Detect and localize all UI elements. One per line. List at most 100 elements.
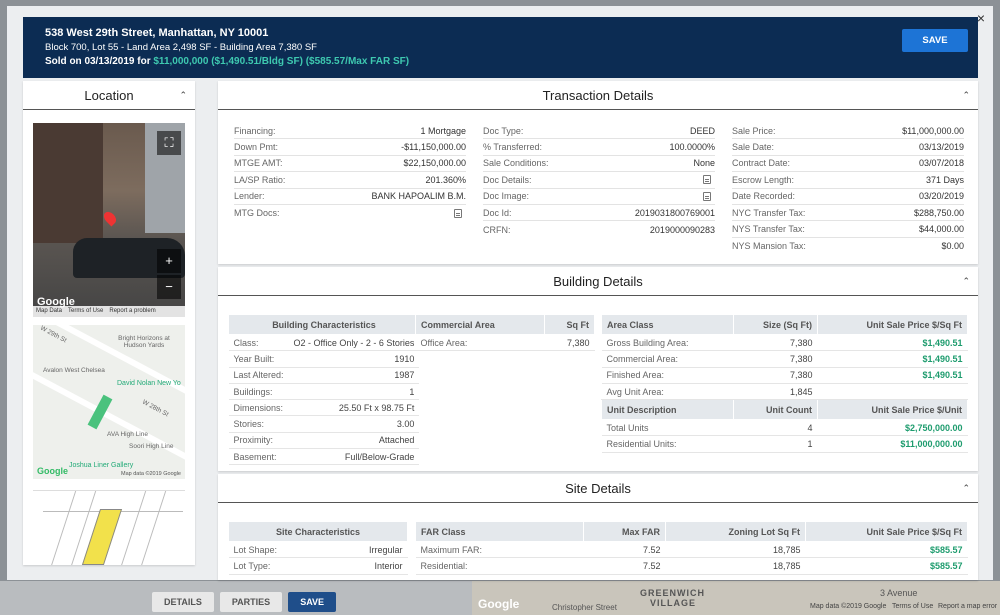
table-row: Class: O2 - Office Only - 2 - 6 Stories <box>228 334 420 352</box>
building-title-text: Building Details <box>553 274 643 289</box>
street-terms-link[interactable]: Terms of Use <box>68 308 103 315</box>
map-label-avalon: Avalon West Chelsea <box>43 367 105 374</box>
zoom-in-button[interactable]: + <box>157 249 181 273</box>
value: -$11,150,000.00 <box>401 142 466 153</box>
map-terms-link[interactable]: Terms of Use <box>892 603 933 610</box>
label: Total Units <box>601 419 734 437</box>
chevron-up-icon[interactable]: ⌃ <box>962 474 970 503</box>
value: 100.0000% <box>669 142 715 153</box>
zoom-out-button[interactable]: − <box>157 275 181 299</box>
value: 03/13/2019 <box>918 142 964 153</box>
label: Commercial Area: <box>601 350 734 368</box>
label: Last Altered: <box>228 367 289 384</box>
close-icon[interactable]: × <box>977 10 985 26</box>
row-sale-date: Sale Date: 03/13/2019 <box>732 139 964 156</box>
tab-details[interactable]: DETAILS <box>152 592 214 612</box>
label: NYS Transfer Tax: <box>732 224 805 235</box>
street-report-link[interactable]: Report a problem <box>109 308 155 315</box>
label: Doc Details: <box>483 174 532 185</box>
map-google-logo: Google <box>478 597 520 611</box>
building-characteristics-table: Building Characteristics Class: O2 - Offi… <box>228 314 420 466</box>
value: BANK HAPOALIM B.M. <box>371 191 466 202</box>
map-data-credit: Map data ©2019 Google <box>810 603 887 610</box>
chevron-up-icon[interactable]: ⌃ <box>962 267 970 296</box>
row-doc-id: Doc Id: 2019031800769001 <box>483 205 715 222</box>
table-row: Office Area: 7,380 <box>415 334 595 352</box>
location-title[interactable]: Location ⌃ <box>23 81 195 110</box>
map-report-link[interactable]: Report a map error <box>938 603 997 610</box>
value: None <box>693 158 715 169</box>
table-row: Basement: Full/Below-Grade <box>228 448 420 466</box>
label: Date Recorded: <box>732 191 796 202</box>
label: Avg Unit Area: <box>601 383 734 401</box>
value: 201.360% <box>425 174 466 185</box>
transaction-details-panel: Transaction Details ⌃ Financing: 1 Mortgag… <box>218 81 978 264</box>
document-icon[interactable] <box>703 191 711 201</box>
tab-save[interactable]: SAVE <box>288 592 337 612</box>
label: MTG Docs: <box>234 208 280 219</box>
value: 7.52 <box>583 541 666 559</box>
map-data-credit: Map data ©2019 Google <box>120 471 181 477</box>
row-nyc-transfer-tax: NYC Transfer Tax: $288,750.00 <box>732 205 964 222</box>
far-class-header: FAR Class <box>415 521 584 542</box>
site-details-panel: Site Details ⌃ Site Characteristics Lot S… <box>218 474 978 580</box>
property-sale-modal: × 538 West 29th Street, Manhattan, NY 10… <box>7 6 993 580</box>
tax-lot-map[interactable] <box>33 490 185 565</box>
value: $22,150,000.00 <box>403 158 466 169</box>
label: Stories: <box>228 415 289 433</box>
site-title-text: Site Details <box>565 481 631 496</box>
label: Doc Image: <box>483 191 530 202</box>
table-row: Last Altered: 1987 <box>228 367 420 384</box>
row-doc-image: Doc Image: <box>483 189 715 205</box>
value: 7.52 <box>583 557 666 575</box>
street-view-footer: Map Data Terms of Use Report a problem <box>33 306 185 317</box>
label: LA/SP Ratio: <box>234 174 286 185</box>
modal-header: 538 West 29th Street, Manhattan, NY 1000… <box>23 17 978 78</box>
transaction-details-title[interactable]: Transaction Details ⌃ <box>218 81 978 110</box>
site-details-title[interactable]: Site Details ⌃ <box>218 474 978 503</box>
street-map-data: Map Data <box>36 308 63 314</box>
location-panel: Location ⌃ ⛶ + − Google Map Data Terms of… <box>23 81 195 565</box>
value: 1 <box>733 435 818 453</box>
row-mtge-amt: MTGE AMT: $22,150,000.00 <box>234 156 466 173</box>
row-sale-price: Sale Price: $11,000,000.00 <box>732 123 964 140</box>
label: Dimensions: <box>228 399 289 417</box>
value: 18,785 <box>665 557 806 575</box>
map-label-christopher: Christopher Street <box>552 603 617 612</box>
value: 371 Days <box>925 174 964 185</box>
value: O2 - Office Only - 2 - 6 Stories <box>288 334 420 352</box>
chevron-up-icon[interactable]: ⌃ <box>962 81 970 110</box>
table-row: Gross Building Area: 7,380 $1,490.51 <box>601 334 968 352</box>
label: Sale Date: <box>732 142 775 153</box>
location-map[interactable]: W 29th St W 28th St Bright Horizons at H… <box>33 325 185 479</box>
document-search-icon[interactable] <box>703 175 711 185</box>
lot-line <box>50 491 77 565</box>
save-button[interactable]: SAVE <box>902 29 968 52</box>
lot-line <box>120 491 147 565</box>
unit-price-header: Unit Sale Price $/Sq Ft <box>817 314 968 335</box>
table-row: Residential Units: 1 $11,000,000.00 <box>601 435 968 453</box>
label: Escrow Length: <box>732 174 795 185</box>
document-search-icon[interactable] <box>454 208 462 218</box>
background-tabs: DETAILS PARTIES SAVE <box>152 592 337 612</box>
fullscreen-icon[interactable]: ⛶ <box>157 131 181 155</box>
area-class-table: Area Class Size (Sq Ft) Unit Sale Price … <box>601 314 968 453</box>
map-label-soori: Soori High Line <box>129 443 174 450</box>
label: Buildings: <box>228 383 289 401</box>
row-transferred: % Transferred: 100.0000% <box>483 139 715 156</box>
value: DEED <box>689 125 715 136</box>
street-view[interactable]: ⛶ + − Google Map Data Terms of Use Repor… <box>33 123 185 317</box>
label: NYC Transfer Tax: <box>732 207 806 218</box>
map-label-ava: AVA High Line <box>107 431 148 438</box>
label: % Transferred: <box>483 142 543 153</box>
label: Contract Date: <box>732 158 791 169</box>
tab-parties[interactable]: PARTIES <box>219 592 283 612</box>
row-doc-type: Doc Type: DEED <box>483 123 715 140</box>
row-mtg-docs: MTG Docs: <box>234 205 466 221</box>
value: 7,380 <box>733 350 818 368</box>
chevron-up-icon[interactable]: ⌃ <box>179 81 187 110</box>
table-row: Maximum FAR: 7.52 18,785 $585.57 <box>415 541 968 559</box>
building-details-title[interactable]: Building Details ⌃ <box>218 267 978 296</box>
value: 7,380 <box>733 334 818 352</box>
row-financing: Financing: 1 Mortgage <box>234 123 466 140</box>
